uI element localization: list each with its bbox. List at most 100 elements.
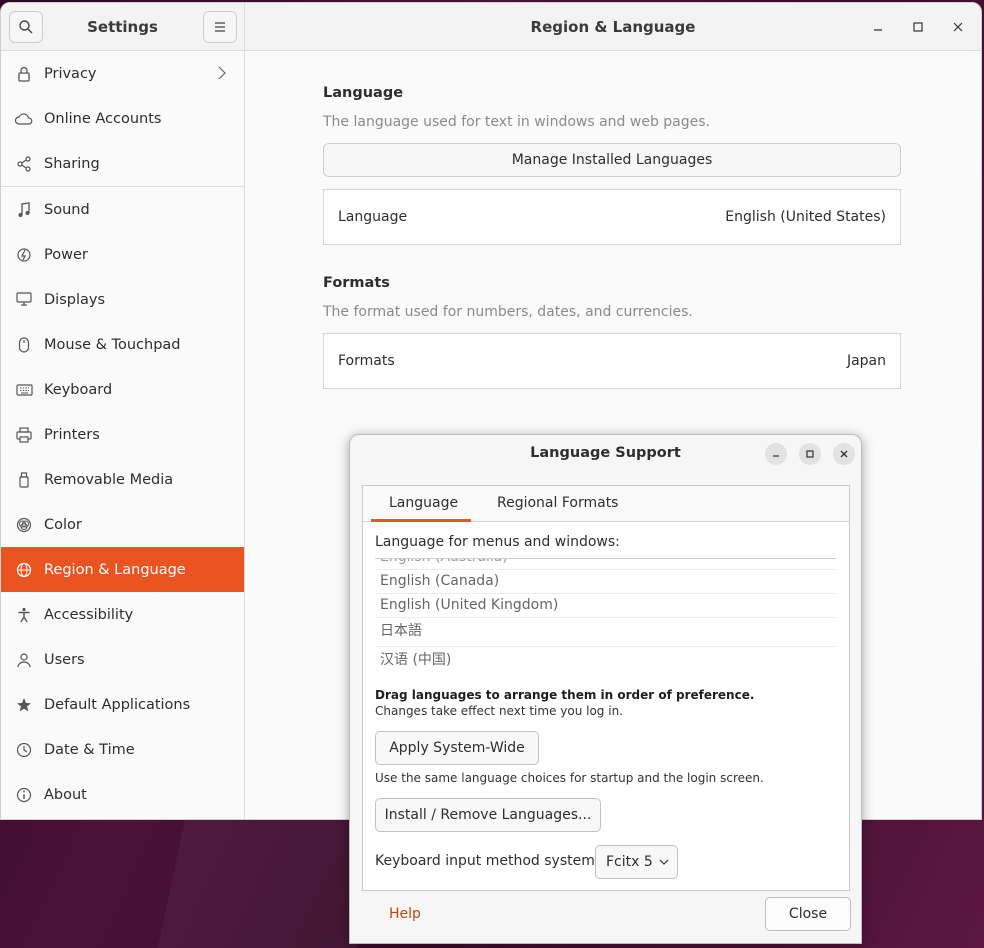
list-item[interactable]: 日本語 bbox=[375, 618, 836, 647]
language-section-description: The language used for text in windows an… bbox=[323, 114, 710, 130]
language-row-value: English (United States) bbox=[725, 209, 886, 225]
sidebar-item-label: Displays bbox=[44, 291, 106, 308]
display-icon bbox=[15, 291, 33, 309]
list-item[interactable]: English (United Kingdom) bbox=[375, 594, 836, 618]
dialog-notebook: Language Regional Formats Language for m… bbox=[362, 485, 850, 891]
star-icon bbox=[15, 696, 33, 714]
close-icon bbox=[953, 22, 963, 32]
minimize-icon bbox=[773, 455, 779, 457]
mouse-icon bbox=[15, 336, 33, 354]
chevron-down-icon bbox=[659, 859, 669, 865]
dialog-close-button[interactable] bbox=[833, 443, 855, 465]
sidebar-item-privacy[interactable]: Privacy bbox=[1, 51, 244, 96]
apply-system-wide-button[interactable]: Apply System-Wide bbox=[375, 731, 539, 765]
maximize-icon bbox=[913, 22, 923, 32]
sidebar-item-label: Keyboard bbox=[44, 381, 113, 398]
color-icon bbox=[15, 516, 33, 534]
sidebar-item-label: Accessibility bbox=[44, 606, 134, 623]
maximize-button[interactable] bbox=[907, 16, 929, 38]
sidebar-item-removable-media[interactable]: Removable Media bbox=[1, 457, 244, 502]
language-row[interactable]: Language English (United States) bbox=[323, 189, 901, 245]
usb-icon bbox=[15, 471, 33, 489]
hamburger-icon bbox=[215, 22, 225, 32]
sidebar-item-date-time[interactable]: Date & Time bbox=[1, 727, 244, 772]
globe-icon bbox=[15, 561, 33, 579]
formats-row-value: Japan bbox=[846, 353, 886, 369]
input-method-label: Keyboard input method system: bbox=[375, 853, 600, 869]
close-window-button[interactable] bbox=[947, 16, 969, 38]
minimize-button[interactable] bbox=[867, 16, 889, 38]
sidebar-item-label: Date & Time bbox=[44, 741, 135, 758]
info-icon bbox=[15, 786, 33, 804]
sidebar-item-label: Region & Language bbox=[44, 561, 186, 578]
language-list-label: Language for menus and windows: bbox=[375, 534, 620, 550]
sidebar-item-label: Online Accounts bbox=[44, 110, 162, 127]
language-row-label: Language bbox=[338, 209, 408, 225]
manage-installed-languages-button[interactable]: Manage Installed Languages bbox=[323, 143, 901, 177]
sidebar-item-keyboard[interactable]: Keyboard bbox=[1, 367, 244, 412]
install-remove-languages-button[interactable]: Install / Remove Languages... bbox=[375, 798, 601, 832]
formats-section-title: Formats bbox=[323, 275, 390, 291]
tab-regional-formats[interactable]: Regional Formats bbox=[497, 495, 618, 511]
close-icon bbox=[840, 450, 848, 458]
sidebar-item-label: Users bbox=[44, 651, 85, 668]
drag-note: Drag languages to arrange them in order … bbox=[375, 688, 755, 702]
sidebar-item-printers[interactable]: Printers bbox=[1, 412, 244, 457]
list-item[interactable]: English (Canada) bbox=[375, 570, 836, 594]
sidebar-item-label: Power bbox=[44, 246, 88, 263]
close-button[interactable]: Close bbox=[765, 897, 851, 931]
sidebar-item-accessibility[interactable]: Accessibility bbox=[1, 592, 244, 637]
dialog-minimize-button[interactable] bbox=[765, 443, 787, 465]
sidebar: Settings Privacy Online Accounts Sharing bbox=[1, 3, 245, 819]
music-note-icon bbox=[15, 201, 33, 219]
sidebar-item-users[interactable]: Users bbox=[1, 637, 244, 682]
sidebar-item-displays[interactable]: Displays bbox=[1, 277, 244, 322]
formats-row[interactable]: Formats Japan bbox=[323, 333, 901, 389]
sidebar-item-label: Sharing bbox=[44, 155, 100, 172]
sidebar-item-sharing[interactable]: Sharing bbox=[1, 141, 244, 186]
input-method-value: Fcitx 5 bbox=[606, 854, 653, 870]
maximize-icon bbox=[806, 450, 814, 458]
input-method-select[interactable]: Fcitx 5 bbox=[595, 845, 678, 879]
tab-bar: Language Regional Formats bbox=[363, 486, 849, 522]
content-header: Region & Language bbox=[245, 3, 981, 51]
share-icon bbox=[15, 155, 33, 173]
cloud-icon bbox=[15, 110, 33, 128]
sidebar-item-label: About bbox=[44, 786, 87, 803]
help-link[interactable]: Help bbox=[389, 906, 421, 922]
sidebar-item-label: Color bbox=[44, 516, 82, 533]
sidebar-item-online-accounts[interactable]: Online Accounts bbox=[1, 96, 244, 141]
formats-row-label: Formats bbox=[338, 353, 395, 369]
formats-section-description: The format used for numbers, dates, and … bbox=[323, 304, 693, 320]
sidebar-item-power[interactable]: Power bbox=[1, 232, 244, 277]
sidebar-item-default-applications[interactable]: Default Applications bbox=[1, 682, 244, 727]
active-tab-indicator bbox=[371, 519, 471, 522]
chevron-right-icon bbox=[218, 66, 226, 84]
dialog-maximize-button[interactable] bbox=[799, 443, 821, 465]
sidebar-nav: Privacy Online Accounts Sharing bbox=[1, 51, 244, 186]
sidebar-item-mouse-touchpad[interactable]: Mouse & Touchpad bbox=[1, 322, 244, 367]
list-item[interactable]: 汉语 (中国) bbox=[375, 647, 836, 676]
sidebar-header: Settings bbox=[1, 3, 244, 51]
sidebar-item-color[interactable]: Color bbox=[1, 502, 244, 547]
tab-language[interactable]: Language bbox=[389, 495, 458, 511]
language-support-dialog: Language Support Language Regional Forma… bbox=[349, 434, 862, 944]
lock-icon bbox=[15, 65, 33, 83]
sidebar-item-label: Removable Media bbox=[44, 471, 174, 488]
power-icon bbox=[15, 246, 33, 264]
menu-button[interactable] bbox=[203, 11, 237, 43]
language-section-title: Language bbox=[323, 85, 404, 101]
sidebar-item-label: Printers bbox=[44, 426, 100, 443]
sidebar-item-about[interactable]: About bbox=[1, 772, 244, 817]
sidebar-item-label: Default Applications bbox=[44, 696, 191, 713]
list-item[interactable]: English (Australia) bbox=[375, 559, 836, 570]
sidebar-item-label: Privacy bbox=[44, 65, 97, 82]
sidebar-item-sound[interactable]: Sound bbox=[1, 187, 244, 232]
accessibility-icon bbox=[15, 606, 33, 624]
sidebar-item-region-language[interactable]: Region & Language bbox=[1, 547, 244, 592]
user-icon bbox=[15, 651, 33, 669]
apply-note: Use the same language choices for startu… bbox=[375, 771, 764, 785]
sidebar-item-label: Sound bbox=[44, 201, 90, 218]
language-list[interactable]: English (Australia) English (Canada) Eng… bbox=[375, 558, 836, 676]
printer-icon bbox=[15, 426, 33, 444]
